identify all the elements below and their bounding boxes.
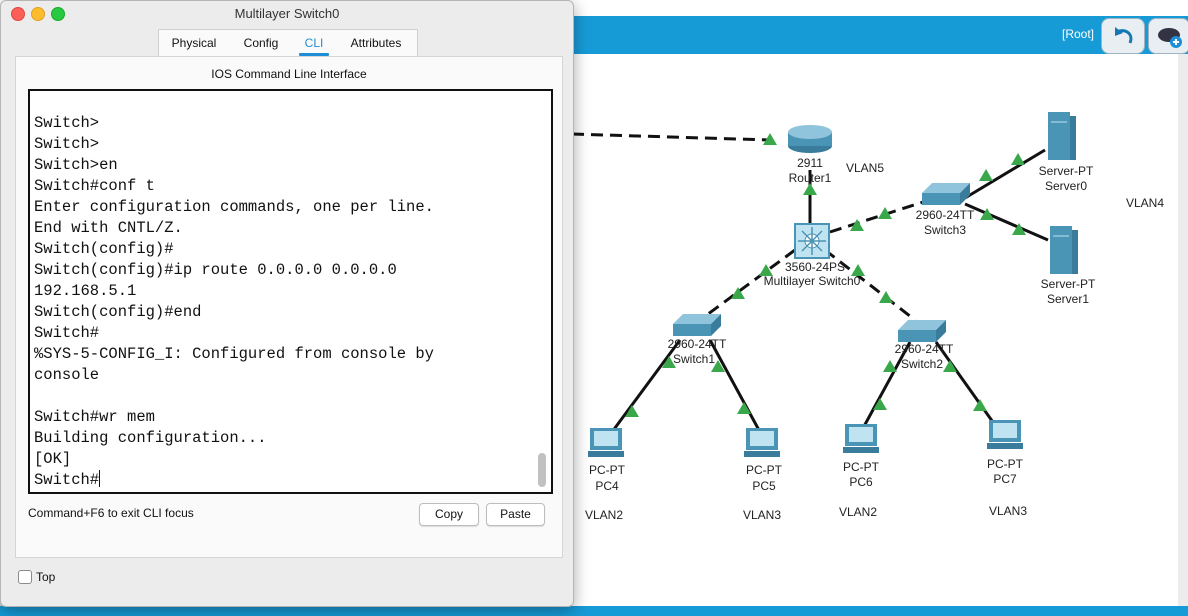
pc6-vlan-label: VLAN2 — [839, 505, 877, 519]
panel-heading: IOS Command Line Interface — [211, 67, 367, 81]
pc4-device[interactable]: PC-PT PC4 — [588, 428, 626, 493]
minimize-window-button[interactable] — [31, 7, 45, 21]
pc6-device[interactable]: PC-PT PC6 — [843, 424, 880, 489]
window-titlebar[interactable]: Multilayer Switch0 — [1, 1, 573, 27]
switch-icon — [898, 320, 946, 342]
server0-model: Server-PT — [1039, 164, 1094, 178]
switch1-model: 2960-24TT — [668, 337, 727, 351]
switch-icon — [922, 183, 970, 205]
window-title: Multilayer Switch0 — [234, 6, 340, 21]
tab-config[interactable]: Config — [229, 30, 293, 57]
switch2-model: 2960-24TT — [895, 342, 954, 356]
switch3-name: Switch3 — [924, 223, 966, 237]
server-icon — [1048, 112, 1076, 160]
tab-physical[interactable]: Physical — [159, 30, 229, 57]
link-switch1-pc4 — [610, 339, 682, 433]
cli-cursor — [99, 470, 101, 487]
cli-scrollbar-thumb[interactable] — [538, 453, 546, 487]
copy-button[interactable]: Copy — [419, 503, 479, 526]
pc7-name: PC7 — [993, 472, 1017, 486]
link-switch1-pc5 — [708, 339, 762, 433]
cli-focus-hint: Command+F6 to exit CLI focus — [28, 506, 194, 520]
pc-icon — [843, 424, 879, 453]
close-window-button[interactable] — [11, 7, 25, 21]
pc7-vlan-label: VLAN3 — [989, 504, 1027, 518]
maximize-window-button[interactable] — [51, 7, 65, 21]
link-router1-offscreen — [571, 132, 771, 142]
mls0-device[interactable]: 3560-24PS Multilayer Switch0 — [764, 223, 861, 288]
switch1-device[interactable]: 2960-24TT Switch1 — [668, 314, 727, 366]
server0-name: Server0 — [1045, 179, 1087, 193]
pc5-vlan-label: VLAN3 — [743, 508, 781, 522]
pc4-name: PC4 — [595, 479, 619, 493]
link-switch3-server0 — [964, 148, 1046, 200]
pc6-name: PC6 — [849, 475, 873, 489]
pc-icon — [588, 428, 624, 457]
server1-name: Server1 — [1047, 292, 1089, 306]
switch2-name: Switch2 — [901, 357, 943, 371]
top-checkbox-label[interactable]: Top — [36, 570, 55, 584]
cli-scrollbar[interactable] — [537, 91, 547, 488]
mls0-name: Multilayer Switch0 — [764, 274, 861, 288]
pc-icon — [987, 420, 1023, 449]
multilayer-switch-icon — [794, 223, 830, 259]
vlan5-label: VLAN5 — [846, 161, 884, 175]
server-icon — [1050, 226, 1078, 274]
pc4-vlan-label: VLAN2 — [585, 508, 623, 522]
switch1-name: Switch1 — [673, 352, 715, 366]
device-dialog-window: Multilayer Switch0 Physical Config CLI A… — [0, 0, 574, 607]
pc4-model: PC-PT — [589, 463, 626, 477]
cli-output[interactable]: Switch> Switch> Switch>en Switch#conf t … — [34, 113, 530, 491]
server1-device[interactable]: Server-PT Server1 — [1041, 226, 1096, 306]
pc5-model: PC-PT — [746, 463, 783, 477]
server0-device[interactable]: Server-PT Server0 — [1039, 112, 1094, 193]
pc5-name: PC5 — [752, 479, 776, 493]
tab-cli[interactable]: CLI — [293, 30, 335, 57]
pc-icon — [744, 428, 780, 457]
top-checkbox[interactable] — [18, 570, 32, 584]
pc7-model: PC-PT — [987, 457, 1024, 471]
router1-name: Router1 — [789, 171, 832, 185]
router-icon — [788, 125, 832, 153]
device-tabs: Physical Config CLI Attributes — [158, 29, 418, 57]
link-switch3-server1 — [964, 202, 1049, 242]
mls0-model: 3560-24PS — [785, 260, 845, 274]
cli-panel: IOS Command Line Interface Switch> Switc… — [15, 56, 563, 558]
switch3-model: 2960-24TT — [916, 208, 975, 222]
pc7-device[interactable]: PC-PT PC7 — [987, 420, 1024, 486]
server1-model: Server-PT — [1041, 277, 1096, 291]
pc5-device[interactable]: PC-PT PC5 — [744, 428, 783, 493]
pc6-model: PC-PT — [843, 460, 880, 474]
cli-terminal[interactable]: Switch> Switch> Switch>en Switch#conf t … — [28, 89, 553, 494]
router1-model: 2911 — [797, 156, 823, 170]
switch3-device[interactable]: 2960-24TT Switch3 — [916, 183, 975, 237]
switch2-device[interactable]: 2960-24TT Switch2 — [895, 320, 954, 371]
router1-device[interactable]: 2911 Router1 — [788, 125, 832, 185]
switch-icon — [673, 314, 721, 336]
tab-attributes[interactable]: Attributes — [335, 30, 417, 57]
vlan4-label: VLAN4 — [1126, 196, 1164, 210]
paste-button[interactable]: Paste — [486, 503, 545, 526]
